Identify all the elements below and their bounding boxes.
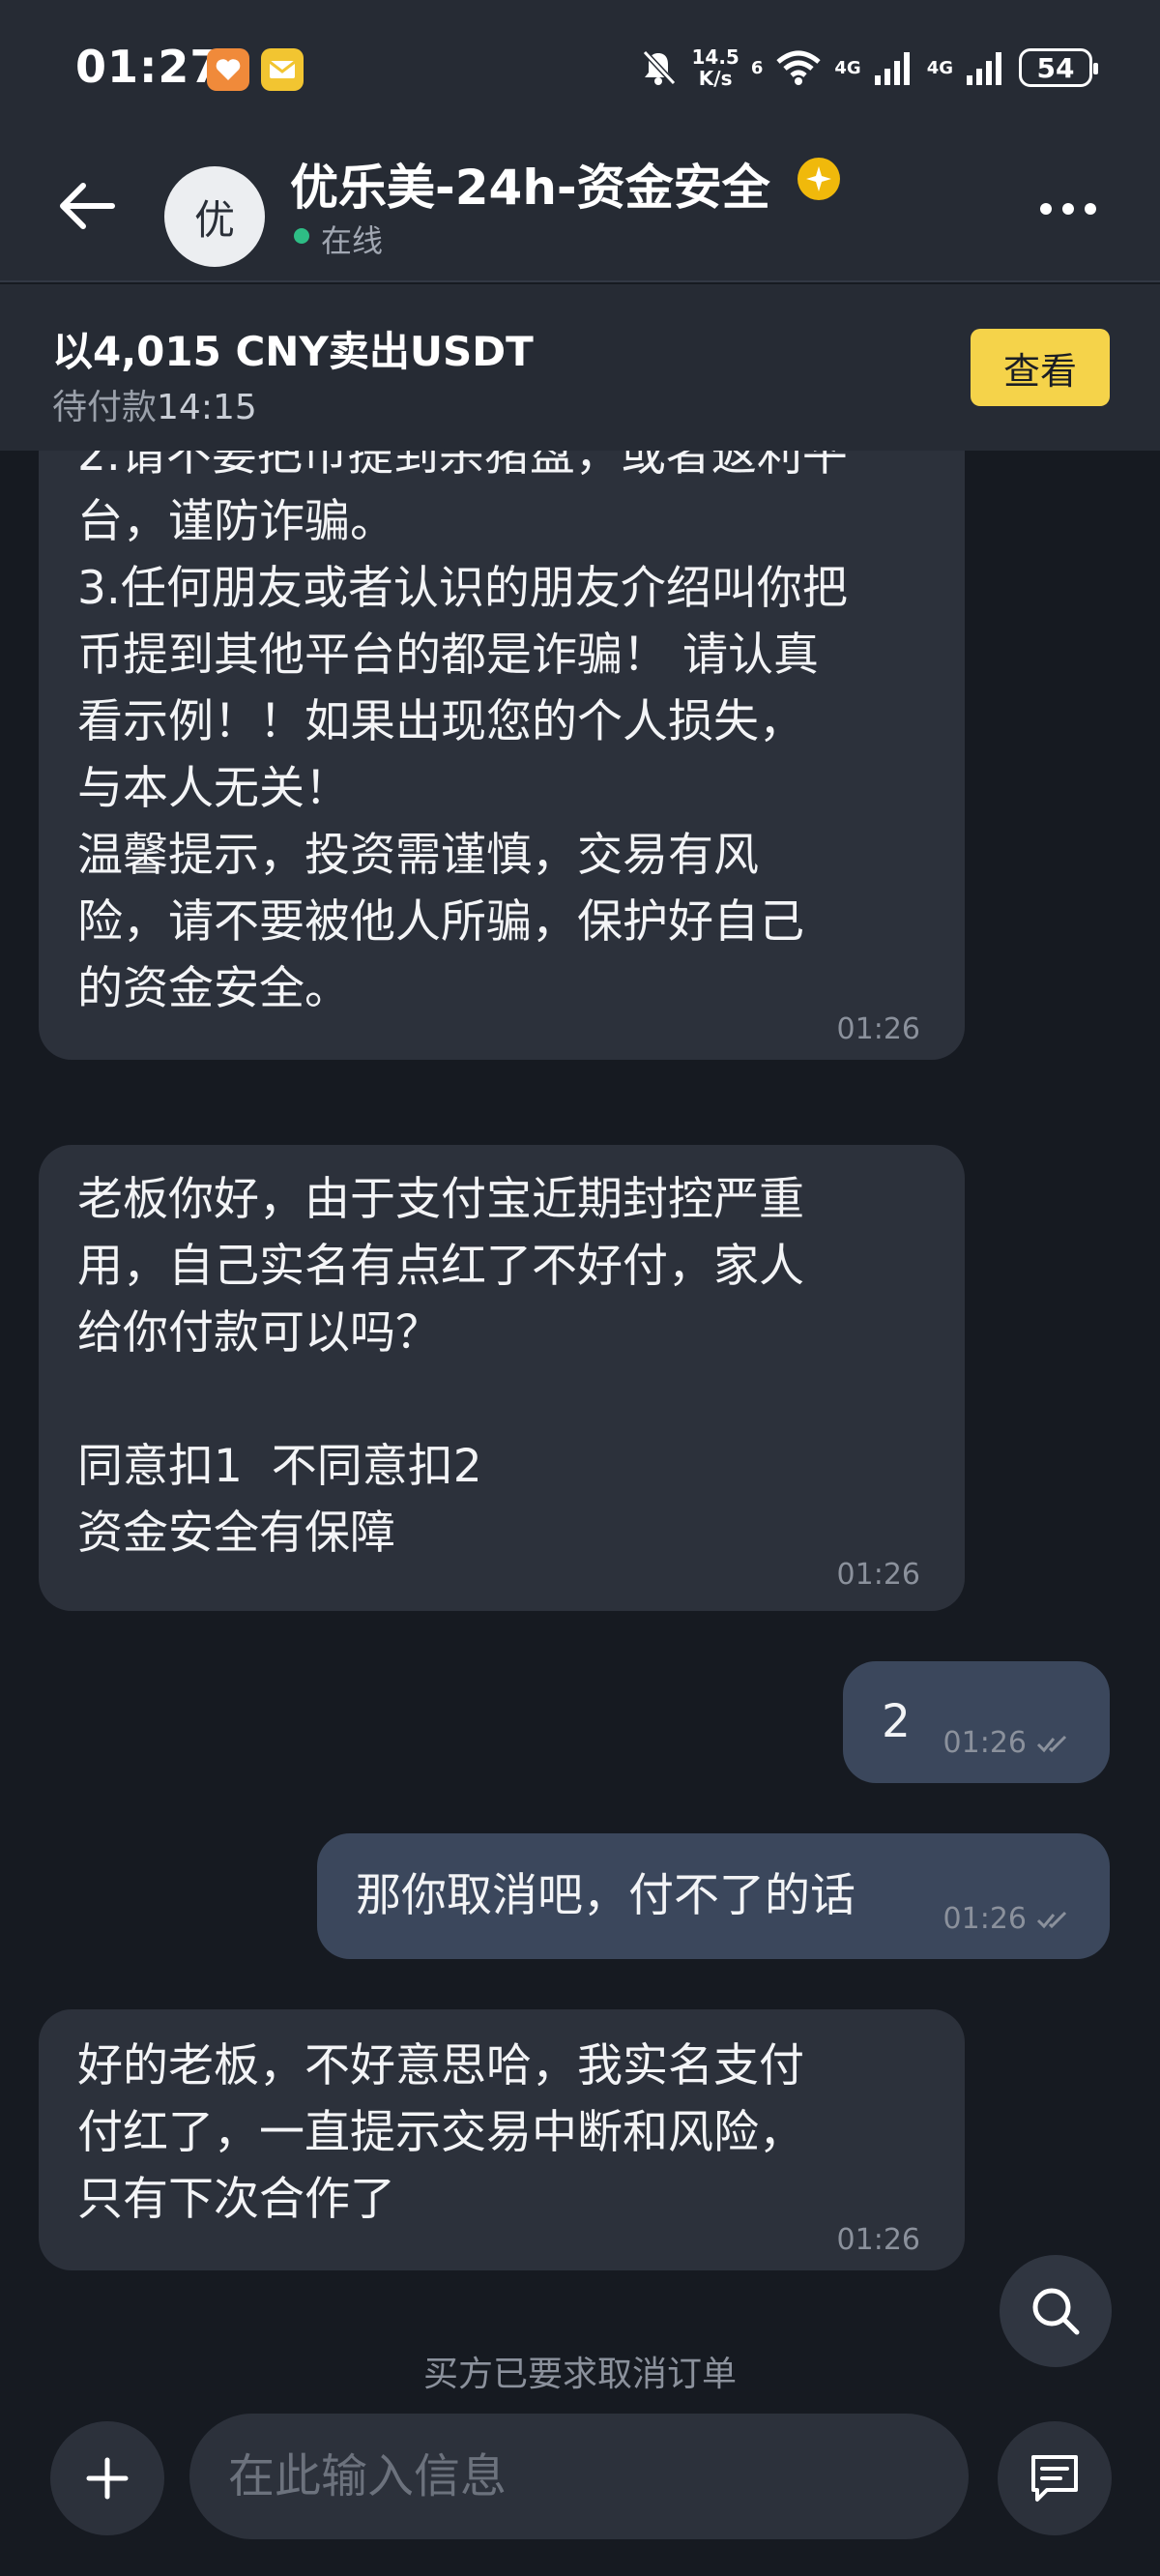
sim2-label: 4G [926, 57, 953, 78]
message-time: 01:26 [836, 2223, 920, 2257]
network-speed: 14.5 K/s [691, 45, 740, 90]
message-bubble-received: 2.请不要把币提到杀猪盘，或者返利平 台，谨防诈骗。 3.任何朋友或者认识的朋友… [39, 451, 965, 1060]
message-time: 01:26 [836, 1558, 920, 1592]
quick-reply-button[interactable] [998, 2421, 1112, 2535]
chat-title: 优乐美-24h-资金安全 [290, 160, 770, 216]
attach-button[interactable] [50, 2421, 164, 2535]
message-text: 2 [882, 1695, 911, 1748]
battery-indicator: 54 [1019, 48, 1098, 87]
online-status: 在线 [321, 222, 384, 259]
order-summary: 以4,015 CNY卖出USDT 待付款14:15 查看 [0, 284, 1160, 451]
read-ticks-icon [1036, 1911, 1067, 1928]
search-button[interactable] [1000, 2255, 1112, 2367]
health-app-icon [207, 48, 249, 91]
sim1-label: 4G [834, 57, 861, 78]
plus-icon [86, 2457, 129, 2500]
system-notice: 买方已要求取消订单 [422, 2355, 737, 2394]
signal-icon [874, 52, 910, 85]
wifi-icon [776, 50, 822, 85]
status-indicators: 14.5 K/s 6 4G 4G 54 [637, 39, 1098, 97]
chat-messages[interactable]: 2.请不要把币提到杀猪盘，或者返利平 台，谨防诈骗。 3.任何朋友或者认识的朋友… [0, 451, 1160, 2404]
message-time-label: 01:26 [942, 1902, 1027, 1936]
read-ticks-icon [1036, 1735, 1067, 1752]
more-options-icon[interactable] [1034, 190, 1102, 228]
message-bubble-sent: 那你取消吧，付不了的话 01:26 [317, 1833, 1110, 1959]
mute-bell-icon [643, 49, 677, 86]
message-text: 好的老板，不好意思哈，我实名支付 付红了，一直提示交易中断和风险， 只有下次合作… [77, 2039, 804, 2226]
search-icon [1032, 2288, 1080, 2335]
order-status: 待付款14:15 [52, 379, 257, 429]
order-title: 以4,015 CNY卖出USDT [52, 328, 534, 375]
message-input[interactable] [189, 2414, 969, 2539]
avatar[interactable]: 优 [164, 166, 265, 267]
message-template-icon [1031, 2455, 1078, 2502]
mail-app-icon [261, 48, 304, 91]
wifi-label: 6 [750, 57, 764, 78]
status-time: 01:27 [75, 41, 222, 93]
order-countdown: 14:15 [157, 388, 257, 427]
message-text: 老板你好，由于支付宝近期封控严重 用，自己实名有点红了不好付，家人 给你付款可以… [77, 1173, 804, 1560]
message-time: 01:26 [943, 1710, 1071, 1776]
back-arrow-icon[interactable] [54, 172, 122, 240]
message-text: 2.请不要把币提到杀猪盘，或者返利平 台，谨防诈骗。 3.任何朋友或者认识的朋友… [77, 451, 848, 1015]
message-bubble-received: 老板你好，由于支付宝近期封控严重 用，自己实名有点红了不好付，家人 给你付款可以… [39, 1145, 965, 1611]
signal-icon [967, 52, 1001, 85]
message-text: 那你取消吧，付不了的话 [356, 1869, 856, 1922]
message-time: 01:26 [943, 1886, 1071, 1952]
message-time-label: 01:26 [942, 1726, 1027, 1760]
online-dot-icon [294, 228, 309, 244]
verified-badge-icon [798, 158, 840, 200]
message-bubble-sent: 2 01:26 [843, 1661, 1110, 1783]
message-composer [0, 2404, 1160, 2576]
chat-header: 优 优乐美-24h-资金安全 在线 [0, 135, 1160, 282]
status-bar: 01:27 14.5 K/s 6 4G 4G 54 [0, 0, 1160, 135]
message-bubble-received: 好的老板，不好意思哈，我实名支付 付红了，一直提示交易中断和风险， 只有下次合作… [39, 2009, 965, 2270]
view-order-button[interactable]: 查看 [971, 329, 1110, 406]
message-time: 01:26 [836, 1012, 920, 1046]
order-status-label: 待付款 [52, 388, 158, 427]
